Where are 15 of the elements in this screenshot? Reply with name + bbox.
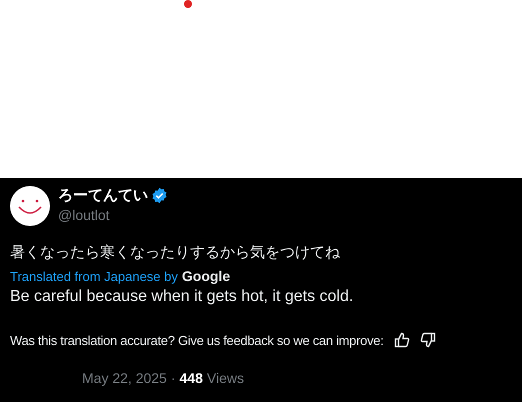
provider-logo: Google (182, 268, 230, 284)
translated-text: Be careful because when it gets hot, it gets cold. (10, 288, 354, 306)
author-handle[interactable]: @loutlot (58, 207, 168, 223)
translation-credit[interactable]: Translated from Japanese by (10, 268, 178, 284)
dot-icon (184, 0, 192, 8)
avatar[interactable] (10, 186, 50, 226)
post-text: 暑くなったら寒くなったりするから気をつけてね (10, 243, 341, 262)
post-date[interactable]: May 22, 2025 (82, 370, 167, 386)
thumbs-down-button[interactable] (420, 332, 436, 348)
feedback-prompt: Was this translation accurate? Give us feedback so we can improve: (10, 332, 384, 348)
views-count: 448 (180, 370, 203, 386)
separator: · (170, 370, 176, 386)
thumbs-up-button[interactable] (394, 332, 410, 348)
author-name[interactable]: ろーてんてい (58, 186, 148, 205)
views-label: Views (206, 370, 244, 386)
